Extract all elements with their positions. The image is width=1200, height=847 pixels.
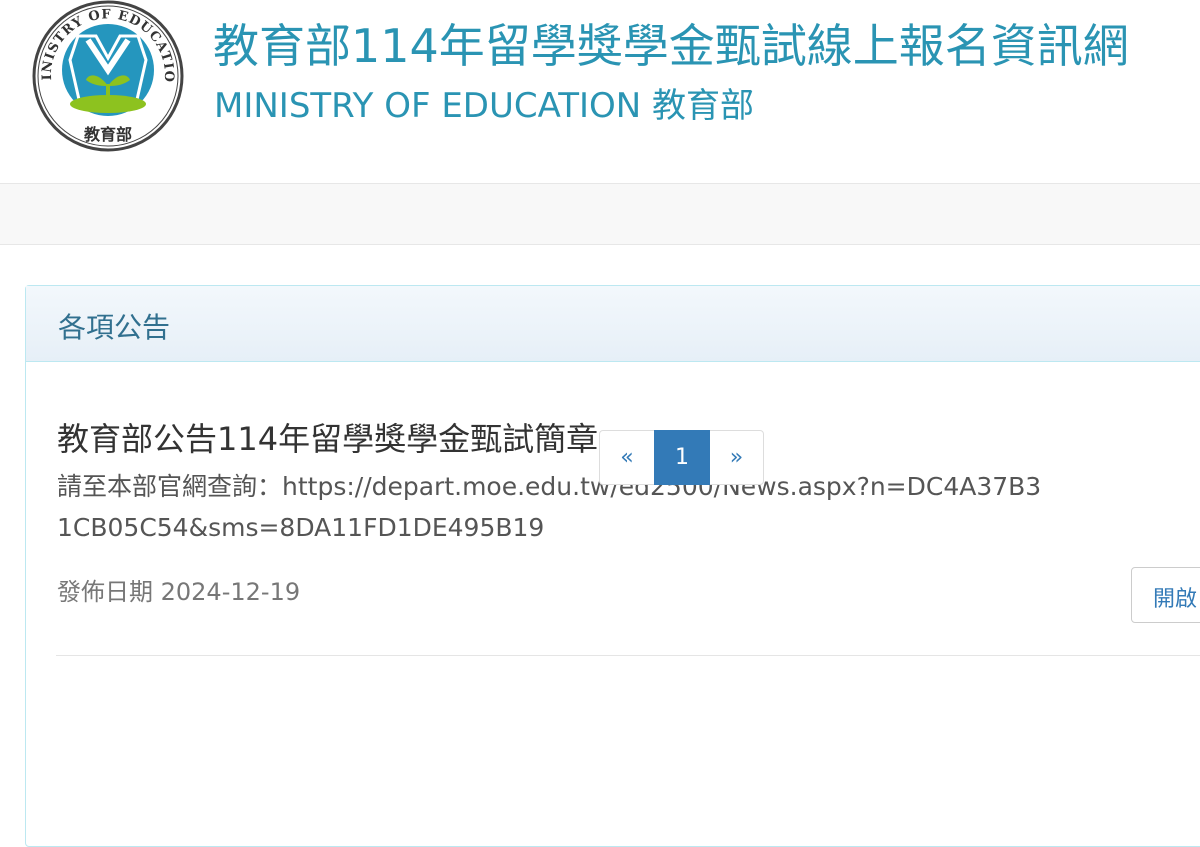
svg-text:教育部: 教育部: [84, 125, 132, 144]
site-subtitle: MINISTRY OF EDUCATION 教育部: [214, 86, 755, 126]
pagination-next-button[interactable]: »: [710, 430, 764, 485]
site-header: MINISTRY OF EDUCATION 教育部 教育部114年留學獎學金甄試…: [0, 0, 1200, 183]
pagination-page-1[interactable]: 1: [654, 430, 710, 485]
panel-heading: 各項公告: [26, 286, 1200, 362]
announcements-panel: 各項公告 教育部公告114年留學獎學金甄試簡章 請至本部官網查詢：https:/…: [25, 285, 1200, 847]
site-title: 教育部114年留學獎學金甄試線上報名資訊網: [213, 19, 1129, 73]
pagination: « 1 »: [599, 430, 764, 485]
open-button[interactable]: 開啟: [1131, 567, 1200, 623]
ministry-logo-icon[interactable]: MINISTRY OF EDUCATION 教育部: [28, 0, 188, 152]
divider: [56, 655, 1200, 656]
navbar: [0, 183, 1200, 245]
news-date: 發佈日期 2024-12-19: [57, 578, 301, 606]
pagination-prev-button[interactable]: «: [599, 430, 654, 485]
news-body: 請至本部官網查詢：https://depart.moe.edu.tw/ed250…: [57, 472, 1042, 542]
news-title: 教育部公告114年留學獎學金甄試簡章: [57, 420, 599, 458]
